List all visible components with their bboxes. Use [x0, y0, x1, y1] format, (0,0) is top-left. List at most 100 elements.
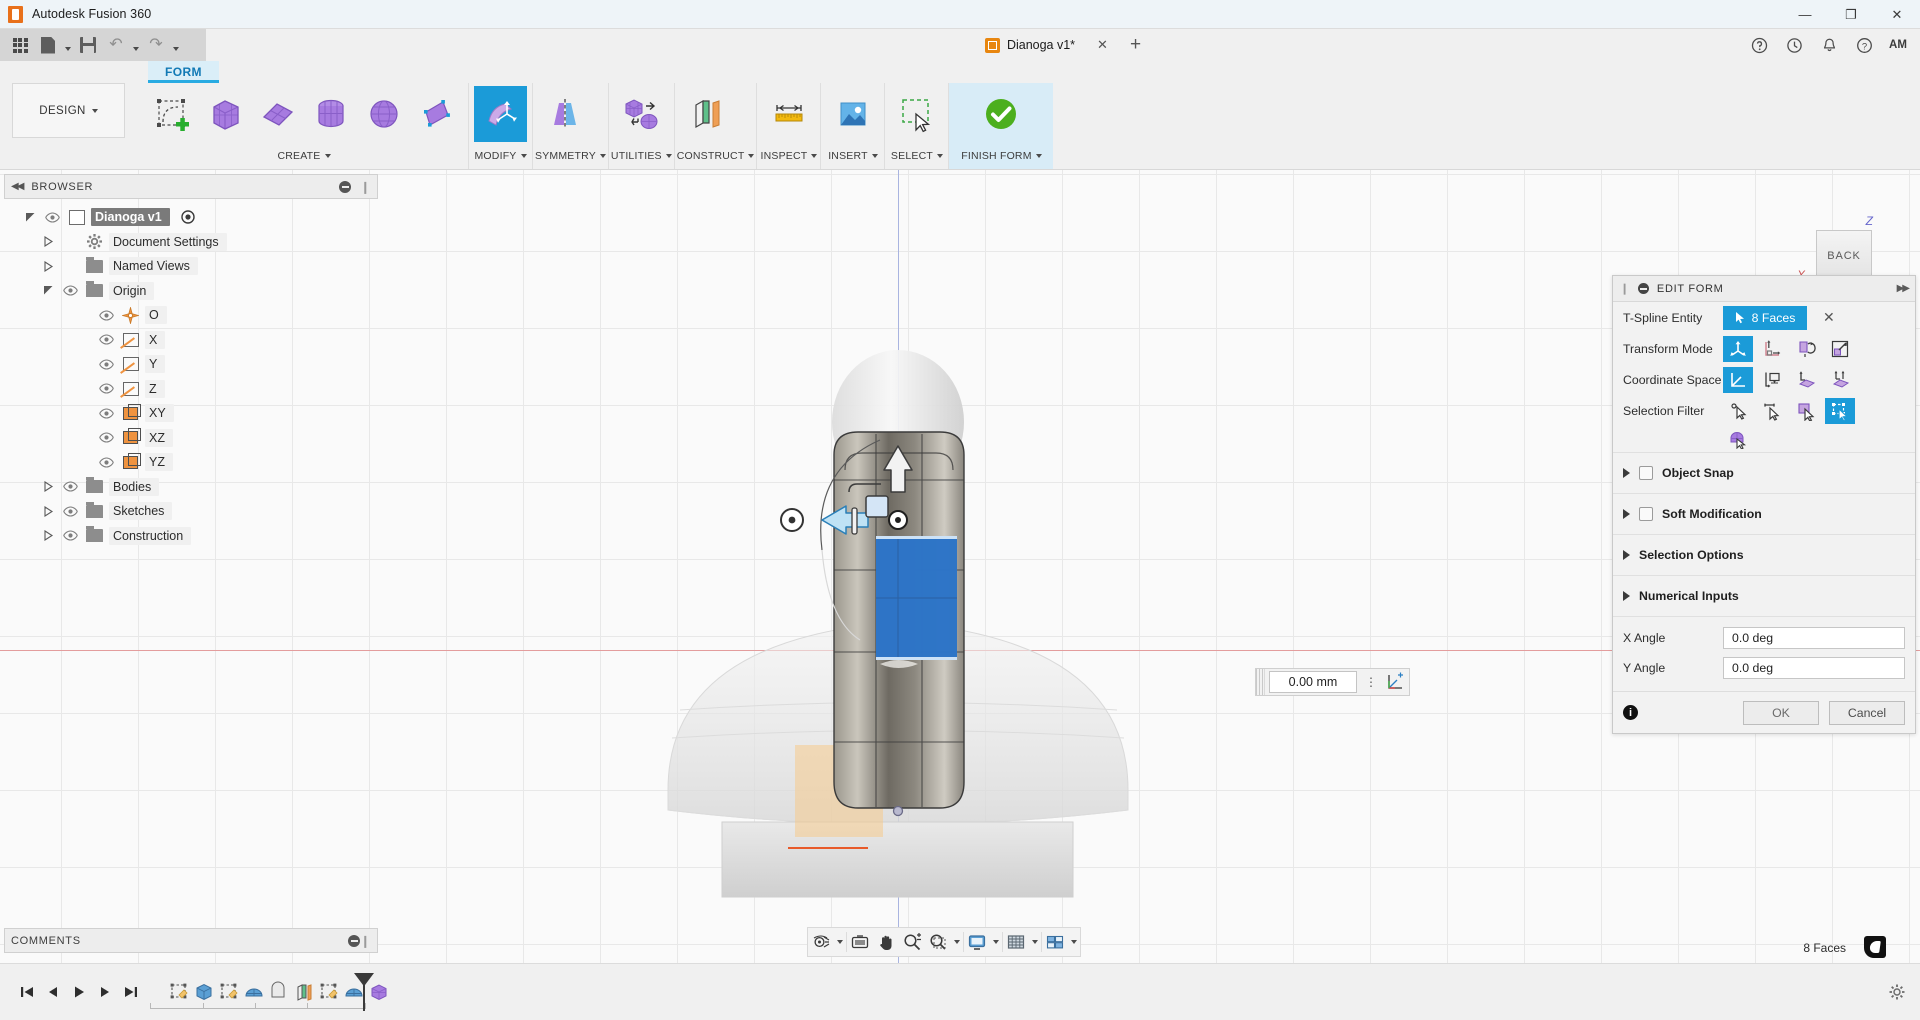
view-space-icon[interactable] [1757, 367, 1787, 393]
browser-node-bodies[interactable]: Bodies [0, 475, 385, 500]
form-filter-icon[interactable] [1723, 426, 1753, 452]
minimize-comments-icon[interactable] [348, 935, 360, 947]
display-settings-caret-icon[interactable] [990, 928, 1002, 956]
panel-construct-label[interactable]: CONSTRUCT [677, 145, 755, 167]
job-status-icon[interactable] [1779, 30, 1810, 60]
zoom-window-caret-icon[interactable] [951, 928, 963, 956]
value-box-grip[interactable] [1256, 669, 1265, 695]
section-soft-modification[interactable]: Soft Modification [1613, 493, 1915, 534]
y-angle-input[interactable]: 0.0 deg [1723, 657, 1905, 679]
vertex-filter-icon[interactable] [1723, 398, 1753, 424]
collapse-left-icon[interactable]: ◀◀ [11, 181, 22, 192]
create-sketch-icon[interactable] [145, 86, 198, 142]
timeline-sketch-icon[interactable] [316, 979, 341, 1005]
visibility-toggle-icon[interactable] [97, 310, 116, 321]
translate-icon[interactable] [1757, 336, 1787, 362]
expander-collapsed-icon[interactable] [40, 506, 56, 517]
redo-icon[interactable]: ↷ [142, 32, 170, 58]
tspline-entity-chip[interactable]: 8 Faces [1723, 306, 1807, 330]
scale-icon[interactable] [1825, 336, 1855, 362]
browser-node-origin[interactable]: Origin [0, 279, 385, 304]
panel-inspect-label[interactable]: INSPECT [759, 145, 818, 167]
browser-node-y[interactable]: Y [0, 352, 385, 377]
soft-modification-checkbox[interactable] [1639, 507, 1653, 521]
expander-collapsed-icon[interactable] [40, 481, 56, 492]
browser-node-yz[interactable]: YZ [0, 450, 385, 475]
finish-form-check-icon[interactable] [975, 86, 1028, 142]
visibility-toggle-icon[interactable] [97, 432, 116, 443]
rotate-icon[interactable] [1791, 336, 1821, 362]
panel-insert-label[interactable]: INSERT [823, 145, 882, 167]
section-selection-options[interactable]: Selection Options [1613, 534, 1915, 575]
visibility-toggle-icon[interactable] [97, 383, 116, 394]
grid-snap-caret-icon[interactable] [1029, 928, 1041, 956]
create-sphere-icon[interactable] [357, 86, 410, 142]
timeline-box-icon[interactable] [191, 979, 216, 1005]
dialog-grip[interactable]: ❙ [1620, 282, 1630, 295]
redo-caret-icon[interactable] [170, 32, 182, 58]
minimize-dialog-icon[interactable] [1638, 283, 1649, 294]
panel-finish-form-label[interactable]: FINISH FORM [951, 145, 1051, 167]
minimize-panel-icon[interactable] [339, 181, 351, 193]
distance-input[interactable]: 0.00 mm [1269, 671, 1357, 693]
visibility-toggle-icon[interactable] [61, 530, 80, 541]
viewports-caret-icon[interactable] [1068, 928, 1080, 956]
visibility-toggle-icon[interactable] [97, 334, 116, 345]
comments-resize-grip[interactable]: ❙ [360, 934, 371, 948]
expander-collapsed-icon[interactable] [40, 261, 56, 272]
help-question-icon[interactable]: ? [1849, 30, 1880, 60]
undo-icon[interactable]: ↶ [102, 32, 130, 58]
window-select-icon[interactable] [890, 86, 943, 142]
zoom-icon[interactable] [899, 928, 925, 956]
edge-filter-icon[interactable] [1757, 398, 1787, 424]
expander-expanded-icon[interactable] [22, 212, 38, 223]
skip-start-icon[interactable] [14, 977, 40, 1007]
orbit-caret-icon[interactable] [834, 928, 846, 956]
browser-node-xy[interactable]: XY [0, 401, 385, 426]
expander-collapsed-icon[interactable] [40, 236, 56, 247]
browser-node-x[interactable]: X [0, 328, 385, 353]
timeline-patch-icon[interactable] [266, 979, 291, 1005]
timeline-playhead[interactable] [363, 975, 365, 1011]
section-object-snap[interactable]: Object Snap [1613, 452, 1915, 493]
visibility-toggle-icon[interactable] [61, 506, 80, 517]
play-icon[interactable] [66, 977, 92, 1007]
browser-node-document-settings[interactable]: Document Settings [0, 230, 385, 255]
viewports-icon[interactable] [1042, 928, 1068, 956]
step-forward-icon[interactable] [92, 977, 118, 1007]
timeline-sketch-icon[interactable] [166, 979, 191, 1005]
move-all-icon[interactable] [1723, 336, 1753, 362]
visibility-toggle-icon[interactable] [61, 481, 80, 492]
normal-space-icon[interactable] [1825, 367, 1855, 393]
visibility-toggle-icon[interactable] [43, 212, 62, 223]
face-filter-icon[interactable] [1791, 398, 1821, 424]
browser-node-xz[interactable]: XZ [0, 426, 385, 451]
browser-node-o[interactable]: O [0, 303, 385, 328]
create-box-icon[interactable] [198, 86, 251, 142]
panel-utilities-label[interactable]: UTILITIES [611, 145, 672, 167]
display-settings-icon[interactable] [964, 928, 990, 956]
panel-symmetry-label[interactable]: SYMMETRY [535, 145, 606, 167]
create-quadball-icon[interactable] [410, 86, 463, 142]
new-tab-icon[interactable]: + [1130, 34, 1141, 56]
info-icon[interactable]: i [1623, 705, 1638, 720]
section-numerical-inputs[interactable]: Numerical Inputs [1613, 575, 1915, 616]
expander-expanded-icon[interactable] [40, 285, 56, 296]
workspace-switcher[interactable]: DESIGN [12, 83, 125, 138]
visibility-toggle-icon[interactable] [61, 285, 80, 296]
maximize-button[interactable]: ❐ [1828, 0, 1874, 29]
clear-selection-icon[interactable]: ✕ [1823, 309, 1835, 326]
look-at-icon[interactable] [847, 928, 873, 956]
minimize-button[interactable]: — [1782, 0, 1828, 29]
browser-node-named-views[interactable]: Named Views [0, 254, 385, 279]
document-tab[interactable]: Dianoga v1* [985, 38, 1075, 53]
help-icon[interactable] [1744, 30, 1775, 60]
create-cylinder-icon[interactable] [304, 86, 357, 142]
settings-gear-icon[interactable] [1888, 983, 1906, 1001]
measure-icon[interactable] [762, 86, 815, 142]
body-filter-icon[interactable] [1825, 398, 1855, 424]
expand-right-icon[interactable]: ▶▶ [1897, 283, 1908, 294]
coordinate-toggle-icon[interactable] [1381, 672, 1409, 692]
tab-form[interactable]: FORM [148, 61, 219, 83]
object-snap-checkbox[interactable] [1639, 466, 1653, 480]
